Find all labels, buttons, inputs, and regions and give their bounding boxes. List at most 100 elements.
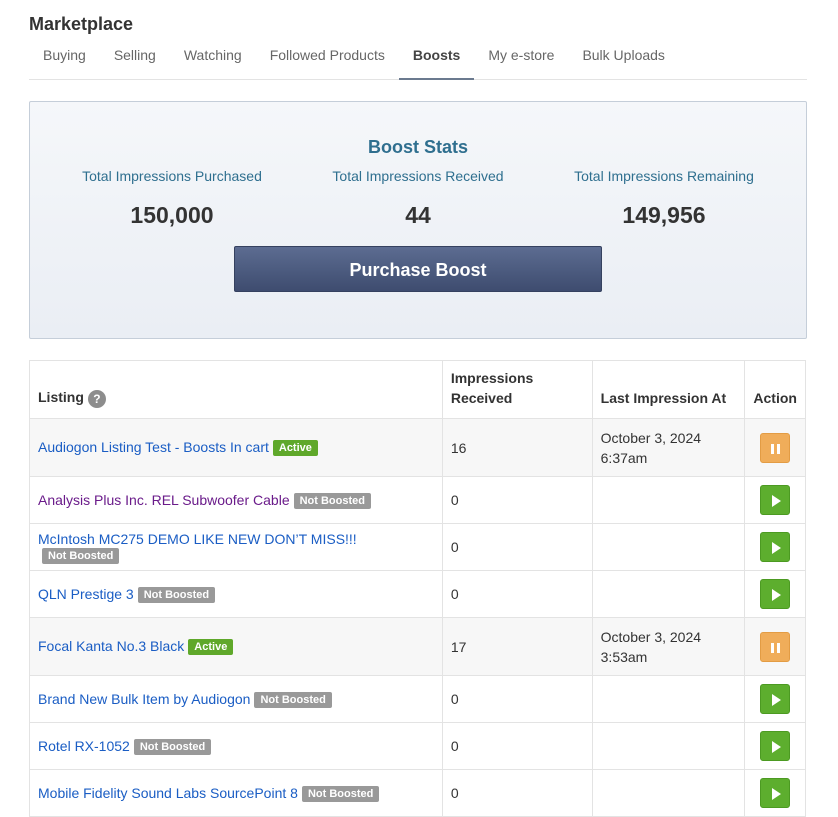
- action-cell: [744, 675, 806, 723]
- play-icon: [772, 788, 782, 800]
- tab-bulk-uploads[interactable]: Bulk Uploads: [568, 44, 679, 80]
- impressions-column-header: Impressions Received: [441, 360, 593, 419]
- listing-cell: QLN Prestige 3 Not Boosted: [29, 570, 443, 618]
- listing-header-label: Listing: [38, 389, 84, 405]
- boost-stats-panel: Boost Stats Total Impressions Purchased …: [29, 101, 807, 339]
- impressions-cell: 16: [441, 418, 593, 477]
- listing-cell: Mobile Fidelity Sound Labs SourcePoint 8…: [29, 769, 443, 817]
- status-badge: Not Boosted: [301, 785, 380, 802]
- marketplace-page: Marketplace Buying Selling Watching Foll…: [0, 0, 838, 817]
- pause-button[interactable]: [760, 631, 791, 662]
- purchase-boost-button[interactable]: Purchase Boost: [234, 246, 602, 292]
- status-badge: Active: [272, 440, 318, 456]
- table-row: Brand New Bulk Item by Audiogon Not Boost…: [29, 675, 806, 723]
- play-icon: [772, 589, 782, 601]
- boost-play-button[interactable]: [760, 731, 791, 761]
- impressions-cell: 17: [441, 617, 593, 676]
- last-impression-cell: [591, 476, 746, 524]
- play-icon: [772, 542, 782, 554]
- action-cell: [744, 722, 806, 770]
- listing-cell: Audiogon Listing Test - Boosts In cart Ac…: [29, 418, 443, 477]
- boost-play-button[interactable]: [760, 778, 791, 808]
- listing-cell: Analysis Plus Inc. REL Subwoofer Cable No…: [29, 476, 443, 524]
- action-cell: [744, 769, 806, 817]
- listing-link[interactable]: Focal Kanta No.3 Black: [38, 638, 184, 654]
- impressions-cell: 0: [441, 769, 593, 817]
- stat-received-label: Total Impressions Received: [332, 168, 504, 184]
- last-impression-date: October 3, 2024: [600, 628, 702, 645]
- stats-columns: Total Impressions Purchased 150,000 Tota…: [30, 162, 806, 232]
- tab-my-e-store[interactable]: My e-store: [474, 44, 568, 80]
- impressions-cell: 0: [441, 570, 593, 618]
- boost-play-button[interactable]: [760, 485, 791, 515]
- tab-watching[interactable]: Watching: [170, 44, 256, 80]
- tab-buying[interactable]: Buying: [29, 44, 100, 80]
- listing-link[interactable]: Audiogon Listing Test - Boosts In cart: [38, 439, 269, 455]
- action-cell: [744, 570, 806, 618]
- stat-purchased-value: 150,000: [130, 202, 214, 228]
- tab-followed-products[interactable]: Followed Products: [256, 44, 399, 80]
- stat-received-value: 44: [405, 202, 431, 228]
- listing-link[interactable]: Analysis Plus Inc. REL Subwoofer Cable: [38, 492, 290, 508]
- tab-boosts[interactable]: Boosts: [398, 44, 475, 80]
- stat-purchased-label: Total Impressions Purchased: [82, 168, 262, 184]
- listing-cell: Rotel RX-1052 Not Boosted: [29, 722, 443, 770]
- stat-remaining-value: 149,956: [622, 202, 706, 228]
- pause-button[interactable]: [760, 432, 791, 463]
- listing-link[interactable]: McIntosh MC275 DEMO LIKE NEW DON’T MISS!…: [38, 531, 357, 547]
- stat-received: Total Impressions Received 44: [318, 162, 518, 232]
- action-cell: [744, 476, 806, 524]
- help-icon[interactable]: ?: [87, 390, 106, 408]
- table-row: QLN Prestige 3 Not Boosted 0: [29, 570, 806, 618]
- last-impression-cell: October 3, 2024 3:53am: [591, 617, 746, 676]
- last-impression-cell: [591, 722, 746, 770]
- boost-play-button[interactable]: [760, 532, 791, 562]
- action-column-header: Action: [744, 360, 806, 419]
- impressions-cell: 0: [441, 675, 593, 723]
- last-impression-column-header: Last Impression At: [591, 360, 746, 419]
- last-impression-cell: [591, 570, 746, 618]
- impressions-cell: 0: [441, 722, 593, 770]
- play-icon: [772, 694, 782, 706]
- boost-play-button[interactable]: [760, 579, 791, 609]
- page-title: Marketplace: [29, 14, 134, 34]
- action-cell: [744, 617, 806, 676]
- table-row: McIntosh MC275 DEMO LIKE NEW DON’T MISS!…: [29, 523, 806, 571]
- stat-remaining-label: Total Impressions Remaining: [574, 168, 754, 184]
- listing-cell: McIntosh MC275 DEMO LIKE NEW DON’T MISS!…: [29, 523, 443, 571]
- tab-bar: Buying Selling Watching Followed Product…: [29, 44, 807, 80]
- table-row: Analysis Plus Inc. REL Subwoofer Cable No…: [29, 476, 806, 524]
- listing-link[interactable]: Brand New Bulk Item by Audiogon: [38, 691, 250, 707]
- stat-purchased: Total Impressions Purchased 150,000: [72, 162, 272, 232]
- status-badge: Active: [188, 639, 234, 655]
- last-impression-time: 6:37am: [600, 449, 648, 466]
- play-icon: [772, 495, 782, 507]
- table-row: Focal Kanta No.3 Black Active 17 October …: [29, 617, 806, 676]
- status-badge: Not Boosted: [137, 586, 216, 603]
- listing-cell: Brand New Bulk Item by Audiogon Not Boost…: [29, 675, 443, 723]
- pause-icon: [771, 443, 781, 454]
- table-header-row: Listing? Impressions Received Last Impre…: [29, 360, 806, 419]
- last-impression-cell: [591, 769, 746, 817]
- listing-link[interactable]: Mobile Fidelity Sound Labs SourcePoint 8: [38, 785, 298, 801]
- tab-selling[interactable]: Selling: [100, 44, 170, 80]
- impressions-header-line2: Received: [450, 390, 513, 406]
- status-badge: Not Boosted: [293, 492, 371, 509]
- action-cell: [744, 523, 806, 571]
- impressions-header-line1: Impressions: [450, 370, 534, 386]
- listing-column-header: Listing?: [29, 360, 443, 419]
- boost-play-button[interactable]: [760, 684, 791, 714]
- stat-remaining: Total Impressions Remaining 149,956: [564, 162, 764, 232]
- last-impression-cell: October 3, 2024 6:37am: [591, 418, 746, 477]
- pause-icon: [771, 642, 781, 653]
- status-badge: Not Boosted: [254, 691, 332, 708]
- last-impression-cell: [591, 523, 746, 571]
- listing-link[interactable]: QLN Prestige 3: [38, 586, 134, 602]
- last-impression-cell: [591, 675, 746, 723]
- listing-link[interactable]: Rotel RX-1052: [38, 738, 130, 754]
- table-row: Rotel RX-1052 Not Boosted 0: [29, 722, 806, 770]
- table-row: Audiogon Listing Test - Boosts In cart Ac…: [29, 418, 806, 477]
- last-impression-time: 3:53am: [600, 648, 648, 665]
- status-badge: Not Boosted: [133, 738, 212, 755]
- impressions-cell: 0: [441, 476, 593, 524]
